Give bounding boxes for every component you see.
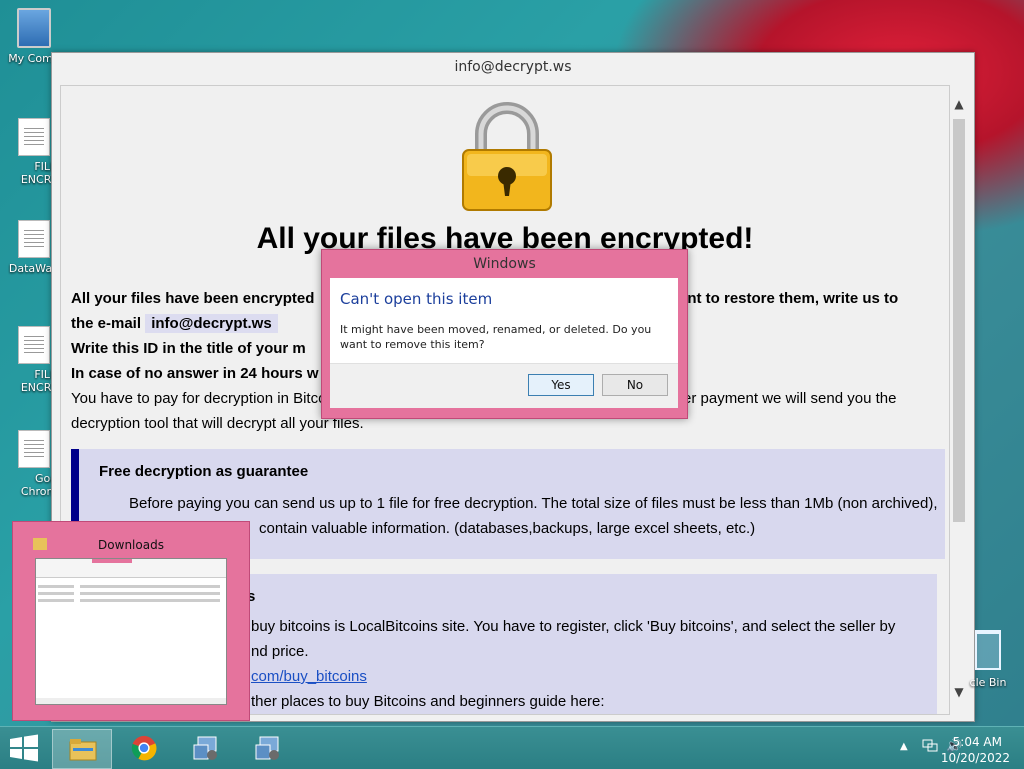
network-icon[interactable] [922, 739, 938, 753]
file-explorer-icon [69, 739, 97, 761]
taskbar-file-explorer[interactable] [52, 729, 112, 769]
line-1-start: All your files have been encrypted [71, 290, 315, 307]
bitcoins-text-3: ther places to buy Bitcoins and beginner… [251, 693, 605, 710]
explorer-window-preview [35, 558, 227, 705]
clock-time[interactable]: 5:04 AM [953, 735, 1002, 749]
text-file-icon [18, 326, 50, 364]
line-5-end: er payment we will send you the [683, 390, 897, 407]
show-hidden-icons-icon[interactable]: ▲ [900, 741, 908, 752]
chrome-icon [131, 735, 157, 761]
window-title: info@decrypt.ws [454, 59, 572, 75]
no-button[interactable]: No [602, 374, 668, 396]
application-icon [193, 736, 217, 760]
windows-start-icon[interactable] [8, 733, 40, 763]
recycle-bin-label: cle Bin [969, 676, 1007, 689]
dialog-title: Windows [473, 256, 536, 272]
preview-ribbon [36, 559, 226, 578]
taskbar-app-2[interactable] [238, 729, 296, 767]
clock-date[interactable]: 10/20/2022 [941, 751, 1010, 765]
system-tray: ▲ 🔊 5:04 AM 10/20/2022 [864, 727, 1024, 769]
text-file-icon [18, 118, 50, 156]
guarantee-text-1: Before paying you can send us up to 1 fi… [129, 495, 938, 512]
file-icon [18, 220, 50, 258]
taskbar: ▲ 🔊 5:04 AM 10/20/2022 [0, 726, 1024, 769]
scroll-up-icon[interactable]: ▲ [950, 95, 968, 113]
thumbnail-title: Downloads [98, 538, 164, 552]
preview-file-list [80, 581, 220, 606]
error-dialog: Windows Can't open this item It might ha… [321, 249, 688, 419]
localbitcoins-link[interactable]: com/buy_bitcoins [251, 664, 367, 689]
padlock-icon [462, 102, 552, 211]
bitcoins-text-2: nd price. [251, 643, 309, 660]
preview-navigation-pane [38, 581, 74, 606]
line-1-end: ant to restore them, write us to [679, 290, 899, 307]
guarantee-text-2: contain valuable information. (databases… [259, 520, 756, 537]
email-prefix: the e-mail [71, 315, 142, 332]
dialog-body: Can't open this item It might have been … [330, 278, 678, 408]
line-5-start: You have to pay for decryption in Bitco [71, 390, 327, 407]
dialog-heading: Can't open this item [340, 290, 493, 308]
dialog-button-bar: Yes No [330, 363, 678, 408]
taskbar-thumbnail-preview[interactable]: Downloads [12, 521, 250, 721]
taskbar-app-1[interactable] [176, 729, 234, 767]
guarantee-title: Free decryption as guarantee [99, 463, 309, 480]
taskbar-google-chrome[interactable] [114, 729, 172, 767]
dialog-message: It might have been moved, renamed, or de… [340, 323, 652, 351]
recycle-bin-icon [975, 630, 1001, 670]
bitcoins-text-1: buy bitcoins is LocalBitcoins site. You … [251, 618, 896, 635]
file-icon [18, 430, 50, 468]
vertical-scrollbar[interactable]: ▲ ▼ [950, 89, 968, 701]
email-address: info@decrypt.ws [145, 314, 278, 333]
yes-button[interactable]: Yes [528, 374, 594, 396]
desktop-icon-recycle-bin[interactable]: cle Bin [958, 630, 1018, 689]
application-icon [255, 736, 279, 760]
computer-icon [17, 8, 51, 48]
preview-status-bar [36, 698, 226, 704]
scroll-thumb[interactable] [953, 119, 965, 522]
